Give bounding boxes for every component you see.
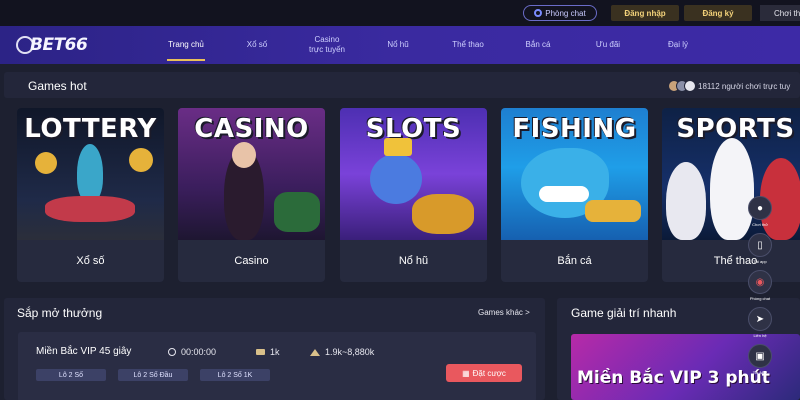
- side-item-label: Tải APP: [752, 370, 768, 375]
- side-item-app[interactable]: ▯ Tải app: [744, 233, 776, 264]
- try-play-button[interactable]: Chơi thử: [760, 5, 800, 21]
- side-item-label: Phòng chat: [749, 296, 771, 301]
- nav-item-casino[interactable]: Casino trực tuyến: [300, 26, 354, 64]
- user-icon: ●: [748, 196, 772, 220]
- shark-teeth: [539, 186, 589, 202]
- nav-item-promotions[interactable]: Ưu đãi: [586, 26, 630, 64]
- casino-artwork: CASINO: [178, 108, 325, 240]
- draw-countdown: 00:00:00: [168, 347, 216, 357]
- side-item-label: Chơi thử: [752, 222, 768, 227]
- place-bet-label: Đặt cược: [472, 368, 506, 378]
- sports-artwork: SPORTS: [662, 108, 800, 240]
- bet-icon: ▦: [462, 368, 470, 378]
- logo-ring-icon: [16, 36, 34, 54]
- game-card-casino[interactable]: CASINO Casino: [178, 108, 325, 282]
- floating-side-menu: ● Chơi thử ▯ Tải app ◉ Phòng chat ➤ Liên…: [744, 196, 776, 396]
- side-item-label: Liên hệ: [753, 333, 767, 338]
- upcoming-title: Sắp mở thưởng: [17, 306, 103, 320]
- draw-bet-value: 1k: [270, 347, 280, 357]
- lottery-balls: [45, 196, 135, 222]
- side-item-chat[interactable]: ◉ Phòng chat: [744, 270, 776, 301]
- crown-icon: [310, 348, 320, 356]
- player-figure: [666, 162, 706, 240]
- fishing-artwork: FISHING: [501, 108, 648, 240]
- coin-icon: [35, 152, 57, 174]
- online-players: 18112 người chơi trực tuy: [668, 80, 790, 92]
- game-card-slots[interactable]: SLOTS Nổ hũ: [340, 108, 487, 282]
- nav-item-agent[interactable]: Đại lý: [656, 26, 700, 64]
- draw-prize: 1.9k~8,880k: [310, 347, 374, 357]
- card-name: Bắn cá: [557, 255, 592, 267]
- online-count-text: 18112 người chơi trực tuy: [698, 81, 791, 91]
- king-figure: [370, 154, 422, 204]
- side-item-label: Tải app: [753, 259, 767, 264]
- draw-time-value: 00:00:00: [181, 347, 217, 357]
- side-item-download[interactable]: ▣ Tải APP: [744, 344, 776, 375]
- phone-icon: ▯: [748, 233, 772, 257]
- player-figure: [77, 144, 103, 202]
- app-icon: ▣: [748, 344, 772, 368]
- more-games-link[interactable]: Games khác >: [478, 308, 530, 317]
- game-card-sports[interactable]: SPORTS Thể thao: [662, 108, 800, 282]
- clock-icon: [168, 348, 176, 356]
- brand-logo[interactable]: BET66: [16, 33, 92, 57]
- nav-item-lottery[interactable]: Xổ số: [236, 26, 278, 64]
- dealer-face: [232, 142, 256, 168]
- card-name: Thể thao: [713, 255, 758, 267]
- avatar: [684, 80, 696, 92]
- game-card-lottery[interactable]: LOTTERY Xổ số: [17, 108, 164, 282]
- treasure-pile: [412, 194, 474, 234]
- upcoming-draws-panel: Sắp mở thưởng Games khác > Miền Bắc VIP …: [4, 298, 545, 400]
- coin-icon: [129, 148, 153, 172]
- side-item-try[interactable]: ● Chơi thử: [744, 196, 776, 227]
- nav-item-slots[interactable]: Nổ hũ: [376, 26, 420, 64]
- chat-room-label: Phòng chat: [545, 8, 586, 18]
- place-bet-button[interactable]: ▦ Đặt cược: [446, 364, 522, 382]
- chat-room-button[interactable]: Phòng chat: [523, 5, 597, 21]
- register-button[interactable]: Đăng ký: [684, 5, 752, 21]
- card-name: Casino: [234, 255, 269, 267]
- draw-min-bet: 1k: [256, 347, 280, 357]
- cannon-icon: [585, 200, 641, 222]
- login-button[interactable]: Đăng nhập: [611, 5, 679, 21]
- chat-icon: ◉: [748, 270, 772, 294]
- draw-prize-value: 1.9k~8,880k: [325, 347, 375, 357]
- bet-type-tag[interactable]: Lô 2 Số Đầu: [118, 369, 188, 381]
- draw-row: Miền Bắc VIP 45 giây 00:00:00 1k 1.9k~8,…: [18, 332, 536, 400]
- roulette-table: [274, 192, 320, 232]
- nav-item-sports[interactable]: Thể thao: [442, 26, 494, 64]
- player-avatars: [668, 80, 696, 92]
- draw-name: Miền Bắc VIP 45 giây: [36, 346, 132, 357]
- side-item-contact[interactable]: ➤ Liên hệ: [744, 307, 776, 338]
- quick-game-banner-text: Miền Bắc VIP 3 phút: [577, 368, 770, 388]
- nav-item-home[interactable]: Trang chủ: [160, 26, 212, 64]
- nav-item-fishing[interactable]: Bắn cá: [516, 26, 560, 64]
- chat-icon: [534, 9, 543, 17]
- quick-games-title: Game giải trí nhanh: [571, 306, 677, 320]
- bet-type-tag[interactable]: Lô 2 Số: [36, 369, 106, 381]
- top-bar: Phòng chat Đăng nhập Đăng ký Chơi thử: [0, 0, 800, 26]
- games-hot-title: Games hot: [28, 79, 87, 93]
- games-hot-header: Games hot 18112 người chơi trực tuy: [4, 72, 800, 98]
- game-card-fishing[interactable]: FISHING Bắn cá: [501, 108, 648, 282]
- logo-text: BET66: [30, 35, 88, 55]
- card-name: Xổ số: [76, 255, 105, 267]
- card-name: Nổ hũ: [398, 255, 429, 267]
- bet-type-tag[interactable]: Lô 2 Số 1K: [200, 369, 270, 381]
- crown-icon: [384, 138, 412, 156]
- main-nav: BET66 Trang chủ Xổ số Casino trực tuyến …: [0, 26, 800, 64]
- send-icon: ➤: [748, 307, 772, 331]
- chips-icon: [256, 349, 265, 355]
- slots-artwork: SLOTS: [340, 108, 487, 240]
- lottery-artwork: LOTTERY: [17, 108, 164, 240]
